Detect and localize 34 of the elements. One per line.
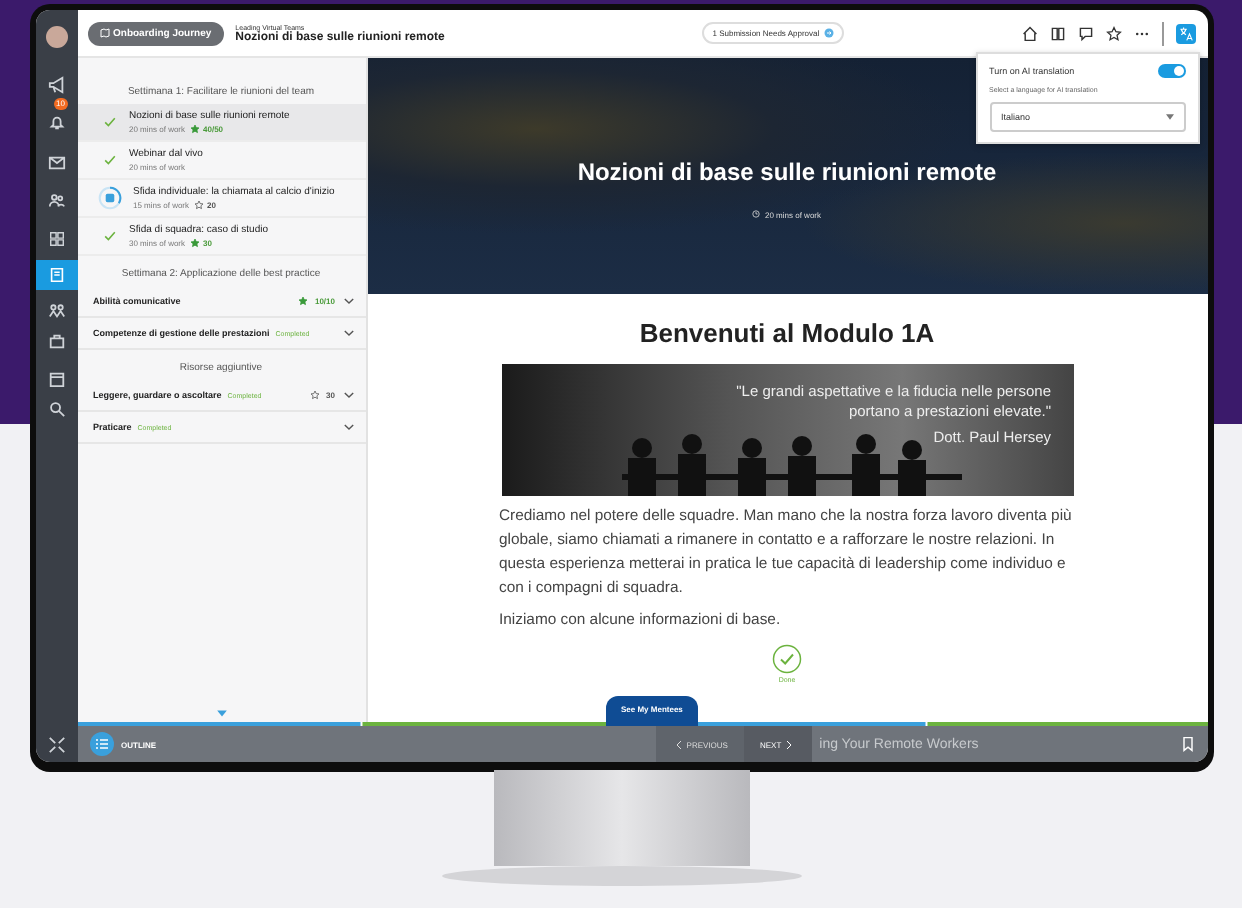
megaphone-icon[interactable] [47,76,65,94]
arrow-icon [823,28,834,38]
chat-icon[interactable] [1077,25,1094,41]
book-icon [47,266,65,284]
collapse-icon[interactable] [47,736,65,754]
book-nav-button[interactable] [35,260,77,290]
bookmark-icon[interactable] [1179,736,1196,752]
chevron-icon[interactable] [341,326,355,340]
bell-icon[interactable] [47,114,65,132]
clock-icon [752,210,761,218]
scroll-down-icon[interactable] [215,710,227,718]
star-icon[interactable] [1105,25,1122,41]
translate-button[interactable] [1175,23,1196,43]
books-icon[interactable] [1049,25,1066,41]
done-check-icon[interactable] [772,644,802,674]
briefcase-icon[interactable] [47,332,65,350]
grid-icon[interactable] [47,230,65,248]
people-icon[interactable] [47,192,65,210]
home-icon[interactable] [1021,25,1038,41]
mail-icon[interactable] [47,154,65,172]
chevron-icon[interactable] [341,388,355,402]
caret-icon [1165,114,1173,120]
search-icon[interactable] [47,400,65,418]
chevron-left-icon [676,739,683,749]
chevron-icon[interactable] [341,420,355,434]
translation-toggle[interactable] [1157,64,1185,78]
chevron-right-icon [785,739,792,749]
outline-icon[interactable] [89,732,113,756]
module-heading: Benvenuti al Modulo 1A [639,318,935,348]
avatar[interactable] [45,26,67,48]
team-icon[interactable] [47,302,65,320]
calendar-icon[interactable] [47,370,65,388]
hero-title: Nozioni di base sulle riunioni remote [577,157,997,185]
chevron-icon[interactable] [341,294,355,308]
